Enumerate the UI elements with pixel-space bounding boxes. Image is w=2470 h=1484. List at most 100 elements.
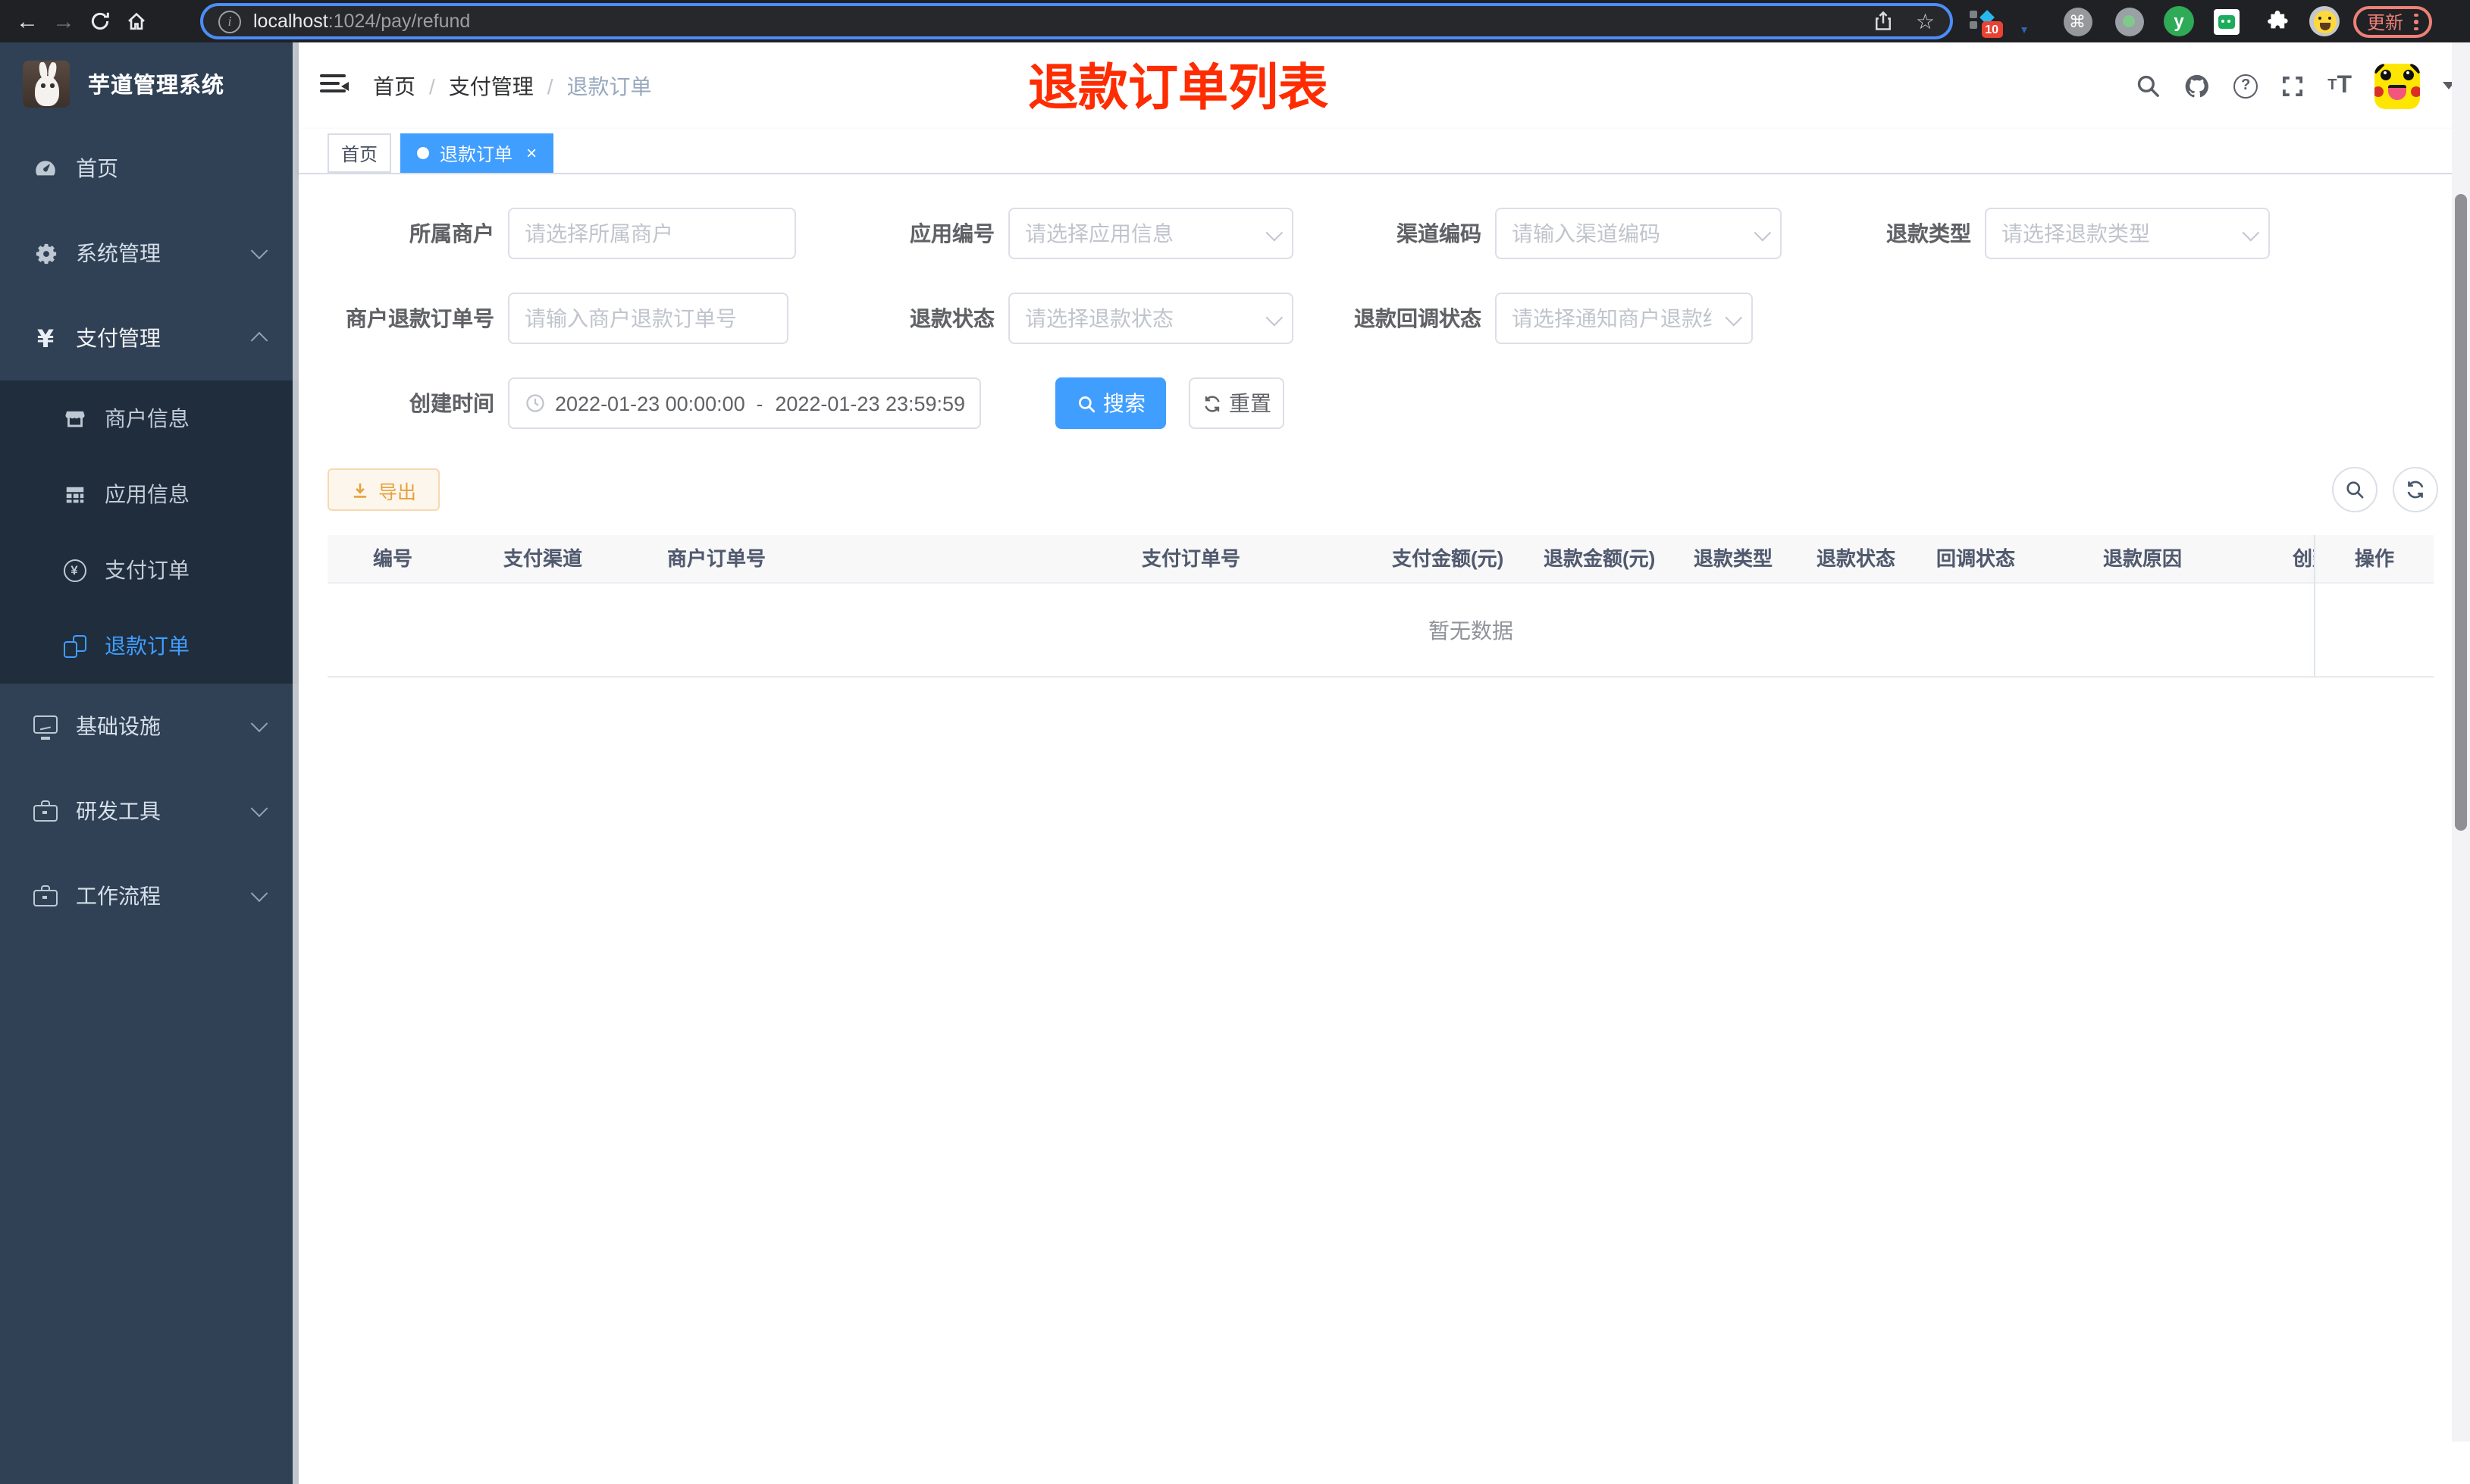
merchant-refund-no-input[interactable] [525,306,772,330]
fullscreen-icon[interactable] [2280,74,2305,98]
scrollbar-thumb[interactable] [2455,194,2467,831]
empty-placeholder: 暂无数据 [1428,618,1513,643]
toolbox-icon [32,800,59,822]
tab-label: 首页 [341,143,378,164]
sidebar-logo[interactable]: 芋道管理系统 [0,42,299,126]
sidebar-item-app-info[interactable]: 应用信息 [0,456,299,532]
help-icon[interactable] [2233,74,2258,98]
sidebar-item-refund-order[interactable]: 退款订单 [0,608,299,684]
sidebar-item-label: 研发工具 [76,799,161,823]
profile-avatar[interactable] [2306,0,2343,42]
search-icon [1078,396,1095,412]
sidebar-item-label: 商户信息 [105,406,190,430]
url-host: localhost [253,11,328,32]
sidebar-item-payment[interactable]: ¥ 支付管理 [0,296,299,380]
chevron-up-icon [250,331,268,349]
refresh-table-button[interactable] [2393,467,2438,512]
browser-reload-button[interactable] [82,0,118,42]
user-avatar[interactable] [2374,63,2420,108]
table-body: 暂无数据 [328,584,2434,678]
field-label: 渠道编码 [1396,221,1481,246]
sidebar-item-workflow[interactable]: 工作流程 [0,853,299,938]
refund-status-select[interactable] [1025,306,1277,330]
extension-recorder[interactable] [2114,0,2144,42]
briefcase-icon [32,884,59,906]
field-label: 所属商户 [409,221,494,246]
export-button[interactable]: 导出 [328,468,440,511]
bookmark-star-icon[interactable]: ☆ [1916,11,1935,32]
toggle-search-button[interactable] [2332,467,2378,512]
search-icon[interactable] [2135,73,2161,99]
extension-chat[interactable] [2211,0,2241,42]
sidebar-item-home[interactable]: 首页 [0,126,299,211]
sidebar-item-label: 支付订单 [105,558,190,582]
browser-forward-button[interactable]: → [45,0,82,42]
browser-home-button[interactable] [118,0,155,42]
filter-merchant: 所属商户 [328,208,796,259]
site-info-icon[interactable]: i [218,10,241,33]
breadcrumb-home[interactable]: 首页 [373,70,415,101]
sidebar-fold-icon[interactable] [320,74,349,95]
column-header-clipped: 创建时间 [2293,547,2314,570]
refund-type-select[interactable] [2001,221,2253,246]
date-range-picker[interactable]: 2022-01-23 00:00:00 - 2022-01-23 23:59:5… [508,377,981,429]
chevron-down-icon [250,800,268,818]
browser-menu-icon[interactable] [2414,13,2418,31]
monitor-icon [32,715,59,740]
github-icon[interactable] [2183,72,2211,99]
chevron-down-icon [1725,308,1743,327]
tab-label: 退款订单 [440,143,513,164]
refresh-icon [1204,395,1219,412]
sidebar-item-label: 支付管理 [76,326,161,350]
document-copy-icon [61,634,88,657]
search-button[interactable]: 搜索 [1055,377,1166,429]
address-bar[interactable]: i localhost :1024/pay/refund ☆ [200,3,1953,39]
notify-status-select[interactable] [1512,306,1712,330]
column-header: 支付订单号 [1142,547,1241,570]
tab-close-icon[interactable]: × [526,144,537,162]
extension-command[interactable]: ⌘ [2062,0,2092,42]
extensions-menu[interactable] [2262,0,2293,42]
yen-icon: ¥ [36,324,55,352]
browser-back-button[interactable]: ← [9,0,45,42]
tab-home[interactable]: 首页 [328,133,392,173]
top-navbar: 首页 / 支付管理 / 退款订单 退款订单列表 [299,42,2470,129]
field-label: 退款回调状态 [1354,306,1481,330]
sidebar-item-pay-order[interactable]: 支付订单 [0,532,299,608]
extension-balloon[interactable] [2009,0,2039,42]
sidebar-item-infrastructure[interactable]: 基础设施 [0,684,299,769]
app-window: 芋道管理系统 首页 系统管理 ¥ 支付管理 商户信息 应用信息 ¥ 支付订单 退… [0,42,2470,1484]
extension-y[interactable]: y [2162,0,2196,42]
extension-workona[interactable]: 10 [1965,0,2002,42]
breadcrumb-payment[interactable]: 支付管理 [449,70,534,101]
reset-button[interactable]: 重置 [1189,377,1284,429]
browser-update-button[interactable]: 更新 [2353,6,2432,38]
page-scrollbar[interactable] [2452,42,2470,1442]
share-icon[interactable] [1873,11,1895,32]
column-header: 商户订单号 [667,547,766,570]
reload-icon [91,12,109,30]
merchant-select[interactable] [525,221,779,246]
tab-refund-order[interactable]: 退款订单 × [400,133,554,173]
puzzle-icon [2268,10,2288,29]
sidebar-item-label: 退款订单 [105,634,190,658]
column-header: 退款类型 [1694,547,1773,570]
grid-icon [61,483,88,506]
sidebar-item-dev-tools[interactable]: 研发工具 [0,769,299,853]
channel-code-select[interactable] [1512,221,1765,246]
chevron-down-icon [250,242,268,260]
download-icon [354,482,368,497]
sidebar-item-system[interactable]: 系统管理 [0,211,299,296]
table-header: 编号 支付渠道 商户订单号 支付订单号 支付金额(元) 退款金额(元) 退款类型… [328,535,2434,584]
workona-icon: 10 [1969,9,2002,38]
sidebar-item-merchant-info[interactable]: 商户信息 [0,380,299,456]
gear-icon [32,242,59,265]
font-size-icon[interactable] [2327,72,2352,99]
home-icon [128,12,145,30]
sidebar-scrollbar[interactable] [293,42,299,1484]
field-label: 应用编号 [910,221,995,246]
sidebar-item-label: 应用信息 [105,482,190,506]
app-select[interactable] [1025,221,1277,246]
filter-create-time: 创建时间 2022-01-23 00:00:00 - 2022-01-23 23… [328,377,981,429]
column-header: 操作 [2355,547,2395,570]
